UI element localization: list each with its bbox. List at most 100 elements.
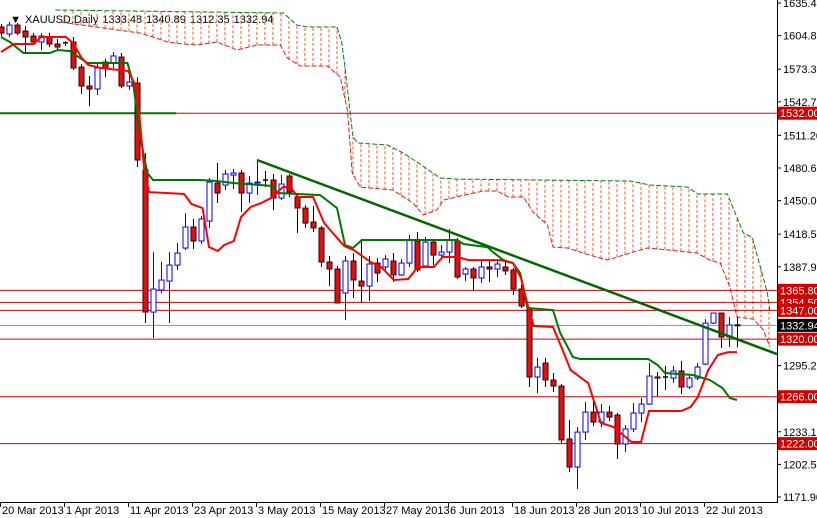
candle bbox=[182, 213, 189, 251]
y-tick-label: 1480.60 bbox=[783, 163, 817, 175]
y-tick-label: 1387.90 bbox=[783, 262, 817, 274]
x-tick-label: 20 Mar 2013 bbox=[2, 505, 64, 517]
candle bbox=[686, 374, 693, 390]
x-tick-label: 11 Apr 2013 bbox=[130, 505, 189, 517]
candle-body bbox=[558, 385, 565, 441]
price-chart[interactable]: 1635.401604.801573.301542.701511.201480.… bbox=[0, 0, 817, 518]
candle bbox=[726, 316, 733, 348]
candle bbox=[398, 259, 405, 277]
candle bbox=[46, 33, 53, 48]
candle-body bbox=[54, 43, 61, 48]
candle-body bbox=[390, 260, 397, 276]
candle-body bbox=[494, 263, 501, 270]
candle-body bbox=[6, 24, 13, 35]
candle bbox=[206, 178, 213, 228]
x-tick-label: 6 Jun 2013 bbox=[450, 505, 504, 517]
candle-body bbox=[550, 379, 557, 387]
candle bbox=[54, 39, 61, 51]
candle-body bbox=[630, 412, 637, 430]
candle-body bbox=[638, 403, 645, 414]
candle bbox=[430, 240, 437, 266]
candle bbox=[318, 226, 325, 267]
candle bbox=[542, 358, 549, 388]
y-tick-label: 1418.50 bbox=[783, 229, 817, 241]
candle-body bbox=[174, 252, 181, 266]
candle-body bbox=[150, 288, 157, 313]
level-price-label: 1266.00 bbox=[780, 392, 817, 404]
candle-body bbox=[606, 411, 613, 418]
candle-body bbox=[342, 260, 349, 294]
y-tick-label: 1450.00 bbox=[783, 196, 817, 208]
candle bbox=[110, 52, 117, 69]
candle-body bbox=[710, 312, 717, 324]
candle bbox=[334, 266, 341, 304]
candle bbox=[710, 312, 717, 325]
x-tick-label: 22 Jul 2013 bbox=[706, 505, 763, 517]
candle-body bbox=[454, 240, 461, 278]
candle bbox=[502, 261, 509, 275]
candle bbox=[486, 260, 493, 283]
candle-body bbox=[414, 240, 421, 271]
candle bbox=[326, 256, 333, 287]
candle bbox=[302, 205, 309, 228]
candle bbox=[198, 216, 205, 244]
candle bbox=[222, 170, 229, 191]
candle bbox=[422, 237, 429, 267]
candle bbox=[494, 260, 501, 278]
candle-body bbox=[446, 239, 453, 253]
candle-body bbox=[646, 375, 653, 405]
candle bbox=[718, 312, 725, 349]
candle-body bbox=[334, 268, 341, 304]
candle-body bbox=[350, 260, 357, 281]
candle bbox=[350, 253, 357, 299]
candle bbox=[214, 162, 221, 204]
candle bbox=[510, 267, 517, 296]
candle-body bbox=[470, 268, 477, 279]
candle-body bbox=[462, 268, 469, 275]
candle bbox=[663, 366, 668, 390]
candle bbox=[606, 406, 613, 422]
candle-body bbox=[190, 226, 197, 242]
candle bbox=[38, 33, 45, 51]
candle-body bbox=[542, 362, 549, 381]
candle-body bbox=[166, 264, 173, 282]
candle-body bbox=[222, 173, 229, 186]
x-tick-label: 28 Jun 2013 bbox=[578, 505, 639, 517]
candle-body bbox=[158, 279, 165, 291]
candle bbox=[654, 371, 661, 397]
candle-body bbox=[86, 85, 93, 90]
candle-body bbox=[502, 266, 509, 272]
candle bbox=[238, 170, 245, 213]
candle-body bbox=[206, 181, 213, 222]
candle-body bbox=[430, 241, 437, 256]
candle bbox=[454, 238, 461, 280]
candle bbox=[734, 316, 741, 348]
candle-body bbox=[534, 366, 541, 378]
candle-body bbox=[78, 66, 85, 87]
x-tick-label: 3 May 2013 bbox=[258, 505, 315, 517]
candle bbox=[86, 76, 93, 107]
kijun-sen-line bbox=[0, 36, 738, 401]
candle bbox=[78, 64, 85, 95]
senkou-span-b-line bbox=[55, 9, 771, 311]
candle bbox=[310, 206, 317, 233]
candle bbox=[294, 193, 301, 234]
candle bbox=[478, 260, 485, 283]
candle bbox=[230, 169, 237, 189]
candle bbox=[158, 261, 165, 294]
x-tick-label: 18 Jun 2013 bbox=[514, 505, 575, 517]
candle bbox=[582, 402, 589, 440]
candle bbox=[550, 373, 557, 393]
x-tick-label: 1 Apr 2013 bbox=[66, 505, 119, 517]
candle-body bbox=[510, 269, 517, 290]
candle bbox=[534, 358, 541, 393]
x-tick-label: 27 May 2013 bbox=[386, 505, 450, 517]
level-price-label: 1532.00 bbox=[780, 108, 817, 120]
candle bbox=[246, 175, 253, 204]
candle bbox=[558, 384, 565, 444]
candle-body bbox=[230, 172, 237, 176]
candle-body bbox=[142, 169, 149, 313]
candle-body bbox=[46, 36, 53, 45]
candle bbox=[614, 413, 621, 460]
candle-body bbox=[566, 438, 573, 468]
